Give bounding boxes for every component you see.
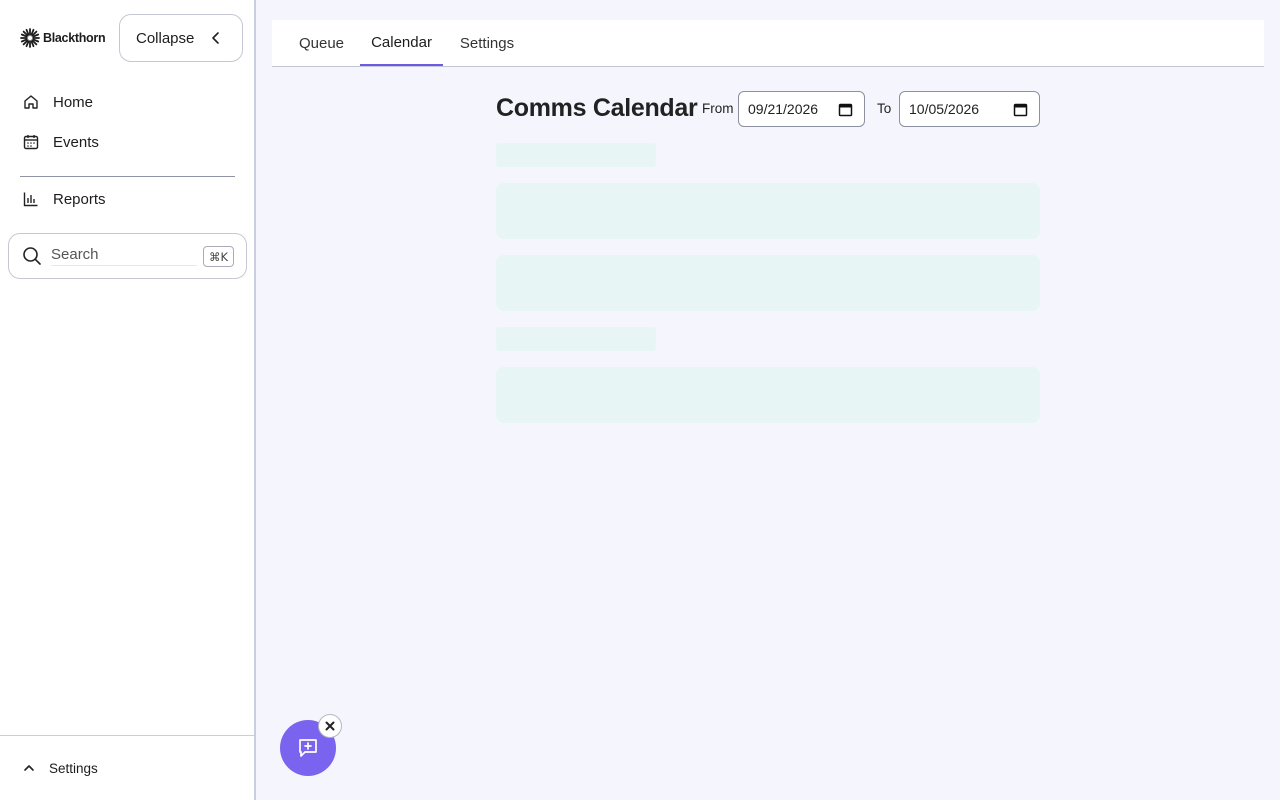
chevron-left-icon (208, 30, 224, 50)
nav-divider (20, 176, 235, 177)
close-feedback-button[interactable] (318, 714, 342, 738)
search-box[interactable]: ⌘K (8, 233, 247, 279)
skeleton-row (496, 183, 1040, 239)
to-label: To (877, 101, 892, 116)
calendar-picker-icon[interactable] (838, 102, 853, 117)
settings-toggle[interactable]: Settings (0, 735, 254, 800)
skeleton-heading (496, 143, 656, 167)
from-date-input[interactable]: 09/21/2026 (738, 91, 865, 127)
page-title: Comms Calendar (496, 94, 698, 122)
search-input[interactable] (51, 246, 197, 266)
to-date-value: 10/05/2026 (909, 101, 980, 117)
brand-logo[interactable]: Blackthorn (20, 28, 106, 48)
chat-plus-icon (297, 737, 319, 759)
search-icon (22, 246, 42, 266)
tab-queue[interactable]: Queue (288, 20, 355, 66)
brand-name: Blackthorn (43, 31, 106, 45)
chevron-up-icon (22, 761, 36, 775)
search-shortcut-badge: ⌘K (202, 246, 234, 267)
tab-label: Calendar (371, 33, 432, 51)
collapse-sidebar-button[interactable]: Collapse (119, 14, 243, 62)
tab-settings[interactable]: Settings (447, 20, 527, 66)
skeleton-row (496, 367, 1040, 423)
blackthorn-logo-icon (20, 28, 40, 48)
skeleton-row (496, 255, 1040, 311)
nav-item-label: Reports (53, 190, 106, 208)
tab-calendar[interactable]: Calendar (360, 20, 443, 66)
nav-item-events[interactable]: Events (22, 130, 99, 154)
from-date-value: 09/21/2026 (748, 101, 819, 117)
tab-bar: Queue Calendar Settings (272, 20, 1264, 67)
nav-item-home[interactable]: Home (22, 90, 93, 114)
settings-footer-label: Settings (49, 760, 98, 776)
tab-label: Settings (459, 34, 515, 52)
calendar-picker-icon[interactable] (1013, 102, 1028, 117)
close-icon (324, 720, 336, 732)
nav-item-reports[interactable]: Reports (22, 187, 106, 211)
home-icon (22, 93, 40, 111)
sidebar: Blackthorn Collapse Home Events Reports … (0, 0, 256, 800)
tab-label: Queue (298, 34, 345, 52)
skeleton-heading (496, 327, 656, 351)
from-label: From (702, 101, 734, 116)
bar-chart-icon (22, 190, 40, 208)
to-date-input[interactable]: 10/05/2026 (899, 91, 1040, 127)
nav-item-label: Events (53, 133, 99, 151)
collapse-label: Collapse (136, 29, 195, 47)
calendar-icon (22, 133, 40, 151)
nav-item-label: Home (53, 93, 94, 111)
